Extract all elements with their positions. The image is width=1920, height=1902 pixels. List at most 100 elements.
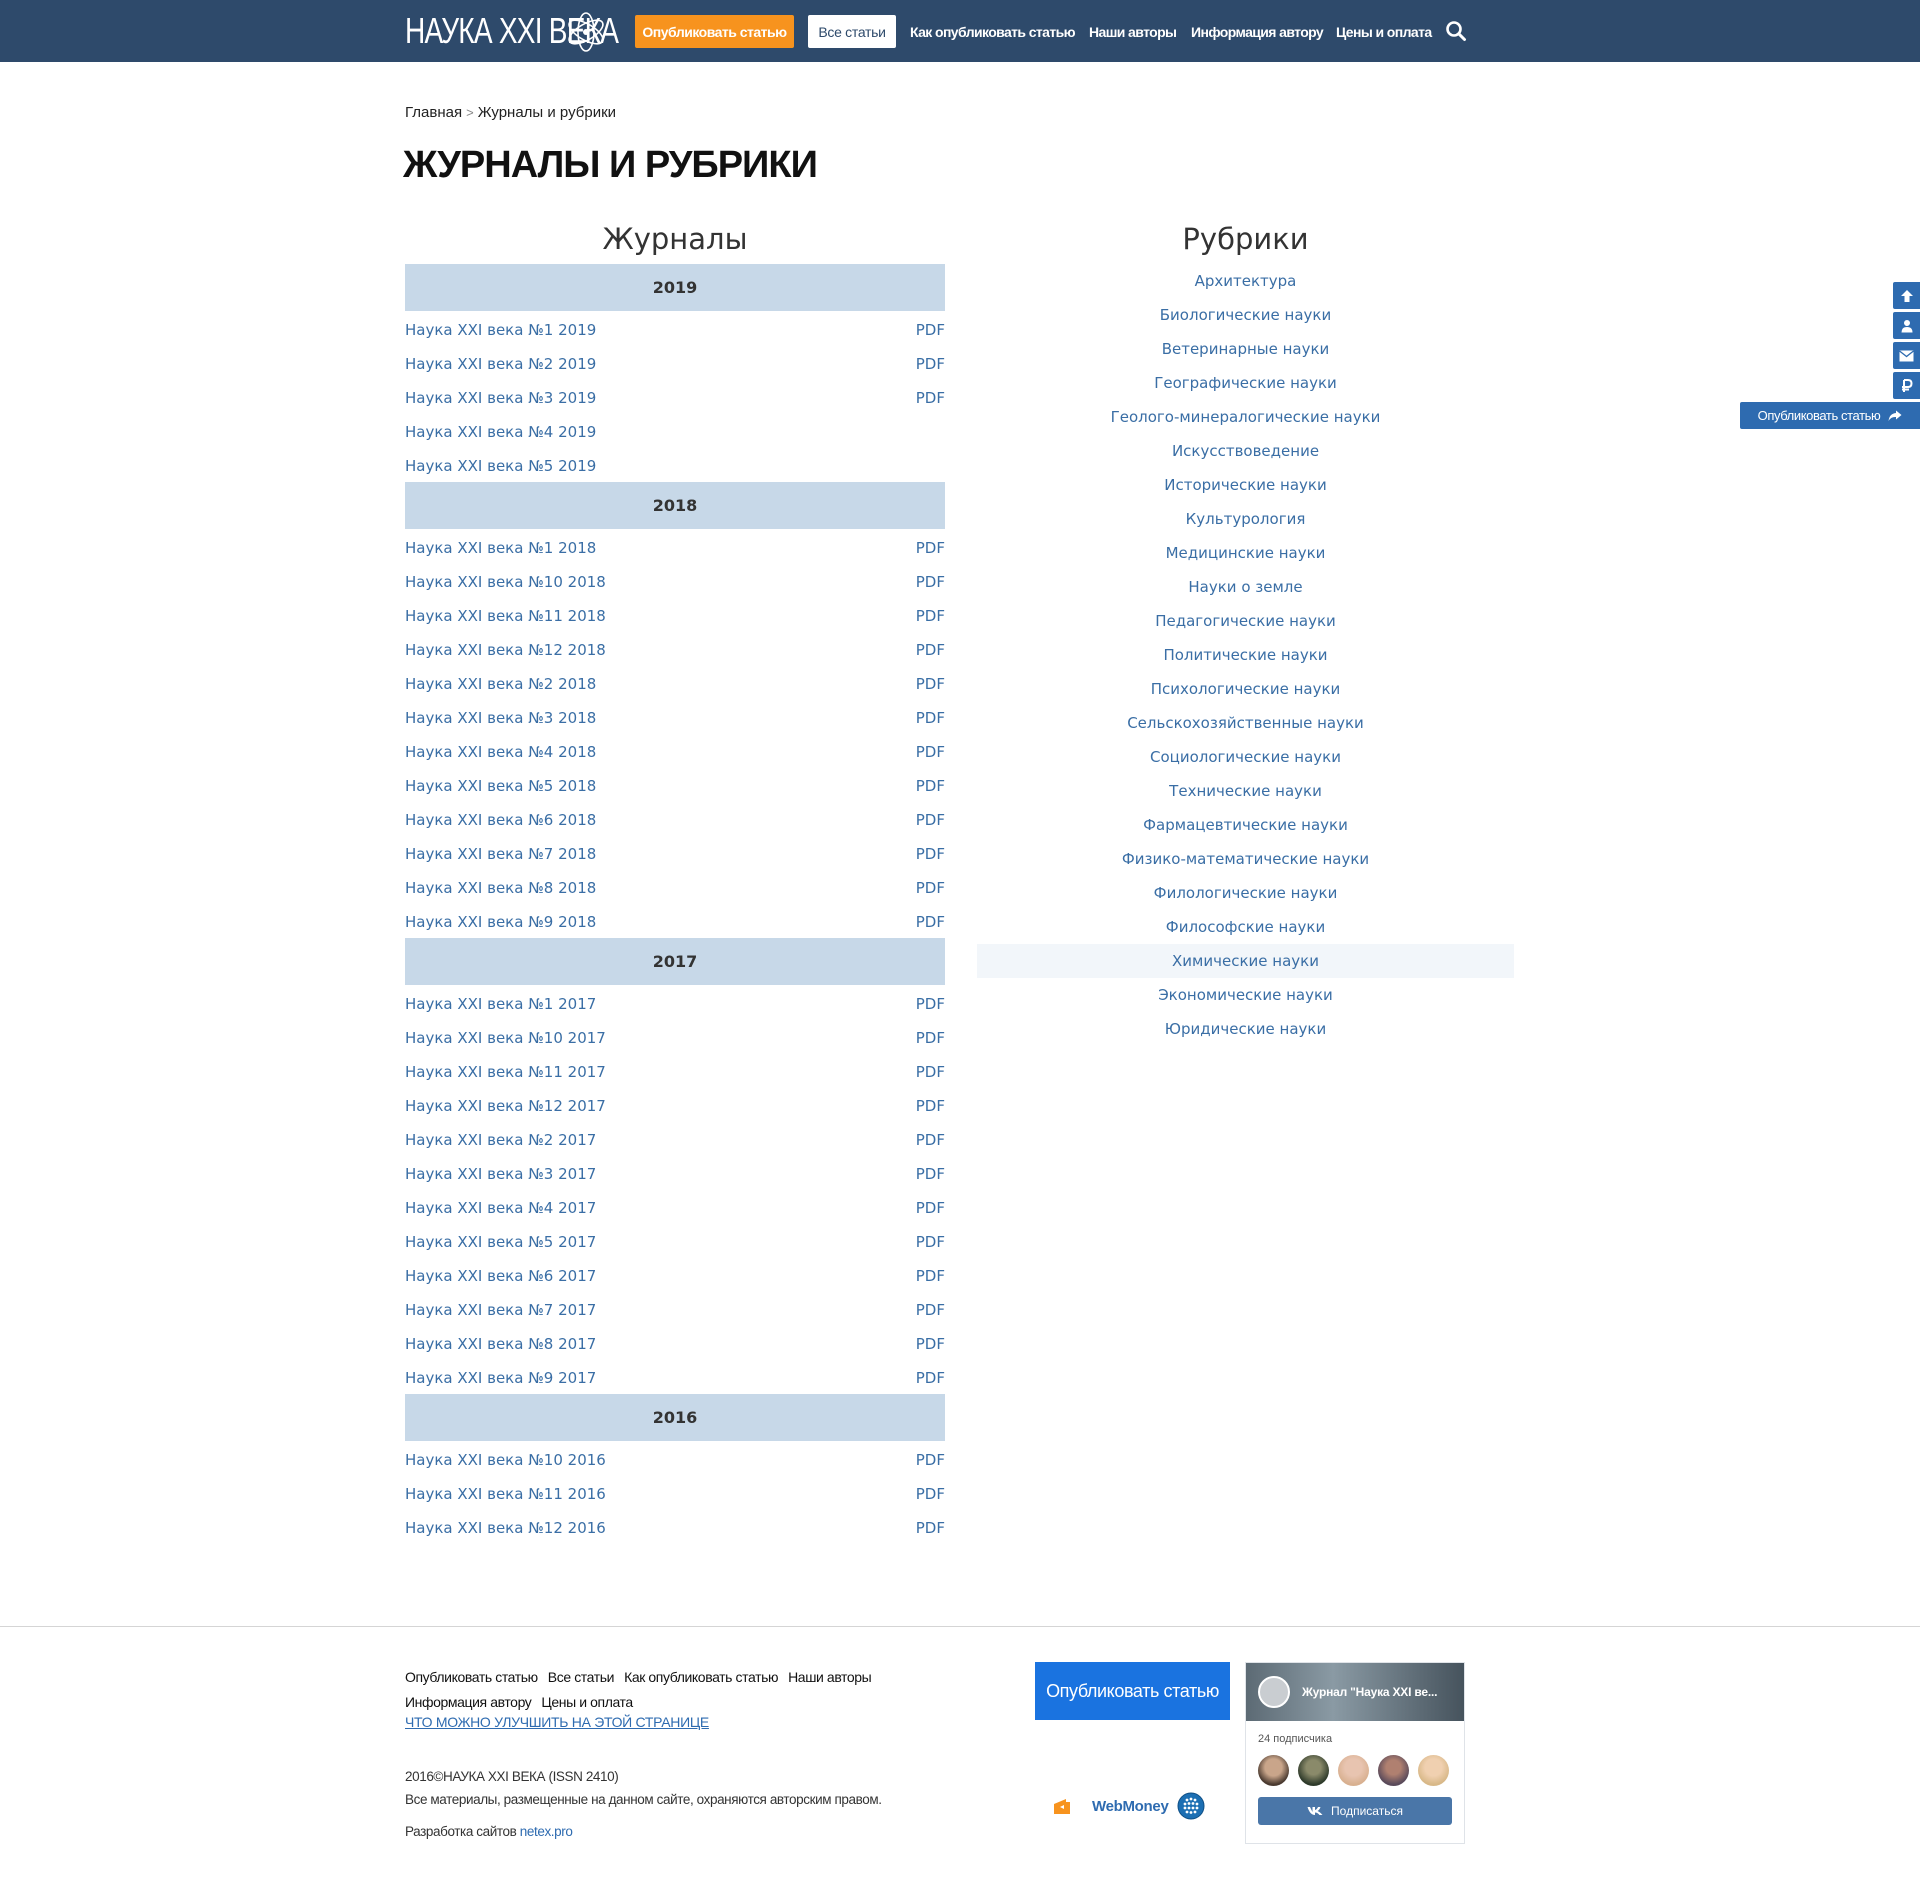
pdf-link[interactable]: PDF: [916, 1199, 945, 1217]
pdf-link[interactable]: PDF: [916, 1097, 945, 1115]
pdf-link[interactable]: PDF: [916, 777, 945, 795]
pdf-link[interactable]: PDF: [916, 389, 945, 407]
issue-link[interactable]: Наука XXI века №12 2018: [405, 641, 606, 659]
pdf-link[interactable]: PDF: [916, 995, 945, 1013]
rubric-item[interactable]: Политические науки: [977, 638, 1514, 672]
issue-link[interactable]: Наука XXI века №10 2018: [405, 573, 606, 591]
pdf-link[interactable]: PDF: [916, 573, 945, 591]
issue-link[interactable]: Наука XXI века №9 2017: [405, 1369, 596, 1387]
rubric-item[interactable]: Сельскохозяйственные науки: [977, 706, 1514, 740]
issue-link[interactable]: Наука XXI века №10 2016: [405, 1451, 606, 1469]
issue-link[interactable]: Наука XXI века №8 2018: [405, 879, 596, 897]
pdf-link[interactable]: PDF: [916, 1335, 945, 1353]
footer-nav-prices[interactable]: Цены и оплата: [541, 1690, 633, 1715]
rubric-item[interactable]: Экономические науки: [977, 978, 1514, 1012]
footer-nav-our-authors[interactable]: Наши авторы: [788, 1665, 872, 1690]
issue-link[interactable]: Наука XXI века №2 2018: [405, 675, 596, 693]
issue-link[interactable]: Наука XXI века №10 2017: [405, 1029, 606, 1047]
pdf-link[interactable]: PDF: [916, 1301, 945, 1319]
pdf-link[interactable]: PDF: [916, 1519, 945, 1537]
pdf-link[interactable]: PDF: [916, 1233, 945, 1251]
rubric-item[interactable]: Социологические науки: [977, 740, 1514, 774]
rubric-item[interactable]: Технические науки: [977, 774, 1514, 808]
footer-nav-how-to-publish[interactable]: Как опубликовать статью: [624, 1665, 778, 1690]
footer-nav-publish[interactable]: Опубликовать статью: [405, 1665, 538, 1690]
issue-link[interactable]: Наука XXI века №11 2017: [405, 1063, 606, 1081]
developer-link[interactable]: netex.pro: [520, 1824, 573, 1839]
issue-link[interactable]: Наука XXI века №12 2016: [405, 1519, 606, 1537]
issue-link[interactable]: Наука XXI века №2 2017: [405, 1131, 596, 1149]
nav-how-to-publish[interactable]: Как опубликовать статью: [910, 15, 1076, 48]
avatar[interactable]: [1338, 1755, 1369, 1786]
pdf-link[interactable]: PDF: [916, 607, 945, 625]
issue-link[interactable]: Наука XXI века №3 2019: [405, 389, 596, 407]
avatar[interactable]: [1418, 1755, 1449, 1786]
pdf-link[interactable]: PDF: [916, 1131, 945, 1149]
nav-author-info[interactable]: Информация автору: [1191, 15, 1324, 48]
pdf-link[interactable]: PDF: [916, 1267, 945, 1285]
search-icon[interactable]: [1445, 20, 1467, 42]
pdf-link[interactable]: PDF: [916, 641, 945, 659]
pdf-link[interactable]: PDF: [916, 1485, 945, 1503]
issue-link[interactable]: Наука XXI века №4 2019: [405, 423, 596, 441]
issue-link[interactable]: Наука XXI века №5 2017: [405, 1233, 596, 1251]
issue-link[interactable]: Наука XXI века №11 2018: [405, 607, 606, 625]
footer-publish-button[interactable]: Опубликовать статью: [1035, 1662, 1230, 1720]
issue-link[interactable]: Наука XXI века №4 2018: [405, 743, 596, 761]
pdf-link[interactable]: PDF: [916, 879, 945, 897]
issue-link[interactable]: Наука XXI века №6 2018: [405, 811, 596, 829]
rubric-item[interactable]: Химические науки: [977, 944, 1514, 978]
rubric-item[interactable]: Психологические науки: [977, 672, 1514, 706]
site-logo[interactable]: НАУКА XXI ВЕКА: [405, 10, 619, 52]
issue-link[interactable]: Наука XXI века №4 2017: [405, 1199, 596, 1217]
user-icon[interactable]: [1893, 312, 1920, 339]
rubric-item[interactable]: Исторические науки: [977, 468, 1514, 502]
rubric-item[interactable]: Искусствоведение: [977, 434, 1514, 468]
rubric-item[interactable]: Географические науки: [977, 366, 1514, 400]
pdf-link[interactable]: PDF: [916, 743, 945, 761]
issue-link[interactable]: Наука XXI века №2 2019: [405, 355, 596, 373]
issue-link[interactable]: Наука XXI века №11 2016: [405, 1485, 606, 1503]
issue-link[interactable]: Наука XXI века №12 2017: [405, 1097, 606, 1115]
avatar[interactable]: [1298, 1755, 1329, 1786]
side-publish-button[interactable]: Опубликовать статью: [1740, 402, 1920, 429]
pdf-link[interactable]: PDF: [916, 675, 945, 693]
pdf-link[interactable]: PDF: [916, 321, 945, 339]
rubric-item[interactable]: Биологические науки: [977, 298, 1514, 332]
all-articles-button[interactable]: Все статьи: [808, 15, 896, 48]
ruble-icon[interactable]: [1893, 372, 1920, 399]
pdf-link[interactable]: PDF: [916, 811, 945, 829]
vk-cover[interactable]: Журнал "Наука XXI ве...: [1246, 1663, 1464, 1721]
pdf-link[interactable]: PDF: [916, 913, 945, 931]
rubric-item[interactable]: Филологические науки: [977, 876, 1514, 910]
pdf-link[interactable]: PDF: [916, 1369, 945, 1387]
pdf-link[interactable]: PDF: [916, 1451, 945, 1469]
rubric-item[interactable]: Физико-математические науки: [977, 842, 1514, 876]
nav-prices-payment[interactable]: Цены и оплата: [1336, 15, 1432, 48]
breadcrumb-home-link[interactable]: Главная: [405, 104, 462, 121]
issue-link[interactable]: Наука XXI века №6 2017: [405, 1267, 596, 1285]
pdf-link[interactable]: PDF: [916, 1063, 945, 1081]
avatar[interactable]: [1378, 1755, 1409, 1786]
pdf-link[interactable]: PDF: [916, 1165, 945, 1183]
issue-link[interactable]: Наука XXI века №1 2017: [405, 995, 596, 1013]
issue-link[interactable]: Наука XXI века №3 2018: [405, 709, 596, 727]
rubric-item[interactable]: Юридические науки: [977, 1012, 1514, 1046]
arrow-up-icon[interactable]: [1893, 282, 1920, 309]
issue-link[interactable]: Наука XXI века №3 2017: [405, 1165, 596, 1183]
issue-link[interactable]: Наука XXI века №5 2019: [405, 457, 596, 475]
pdf-link[interactable]: PDF: [916, 539, 945, 557]
footer-nav-author-info[interactable]: Информация автору: [405, 1690, 532, 1715]
rubric-item[interactable]: Архитектура: [977, 264, 1514, 298]
vk-subscribe-button[interactable]: Подписаться: [1258, 1797, 1452, 1825]
issue-link[interactable]: Наука XXI века №1 2018: [405, 539, 596, 557]
pdf-link[interactable]: PDF: [916, 845, 945, 863]
issue-link[interactable]: Наука XXI века №8 2017: [405, 1335, 596, 1353]
publish-article-button[interactable]: Опубликовать статью: [635, 15, 794, 48]
rubric-item[interactable]: Культурология: [977, 502, 1514, 536]
issue-link[interactable]: Наука XXI века №1 2019: [405, 321, 596, 339]
nav-our-authors[interactable]: Наши авторы: [1089, 15, 1177, 48]
mail-icon[interactable]: [1893, 342, 1920, 369]
pdf-link[interactable]: PDF: [916, 1029, 945, 1047]
rubric-item[interactable]: Ветеринарные науки: [977, 332, 1514, 366]
